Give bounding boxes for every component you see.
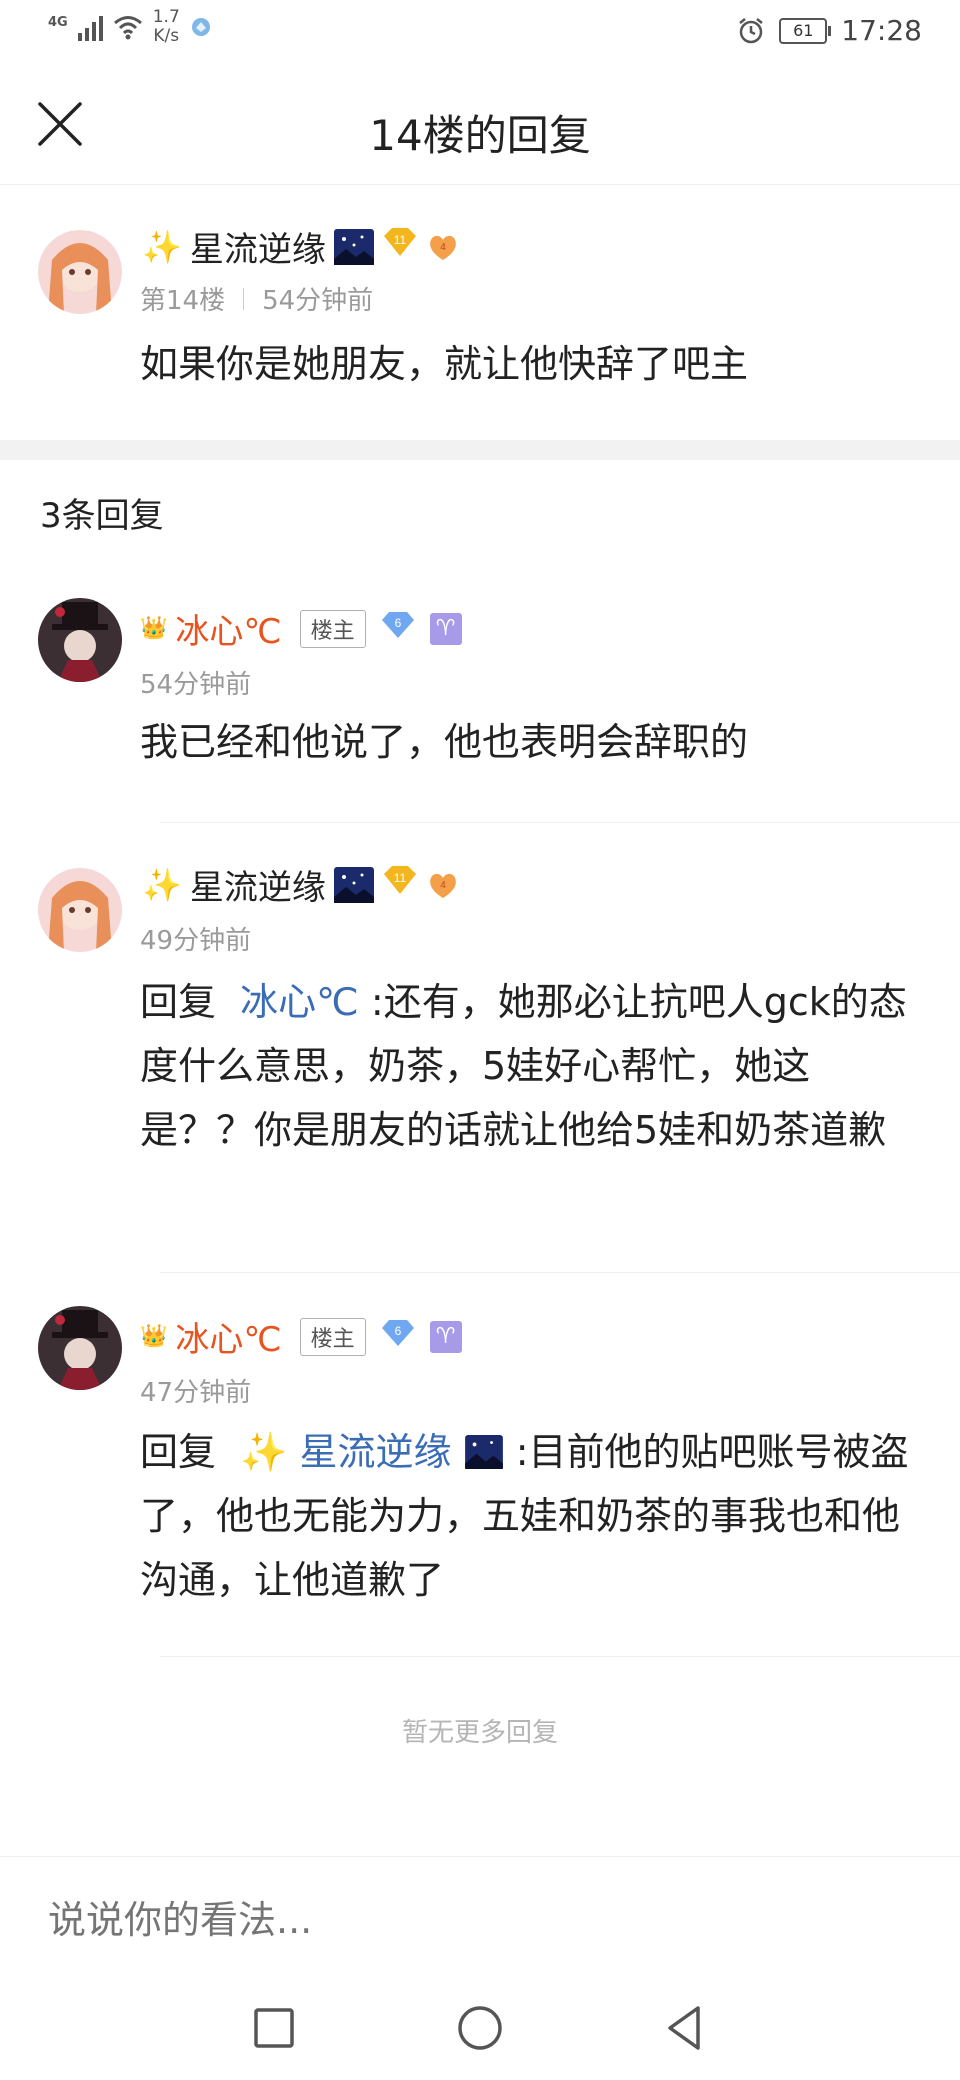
- level-badge: 11: [382, 226, 418, 267]
- galaxy-icon: [333, 866, 374, 903]
- username[interactable]: 星流逆缘: [190, 222, 326, 271]
- network-type: 4G: [48, 14, 68, 30]
- svg-text:11: 11: [394, 871, 407, 885]
- reply-count: 3条回复: [40, 496, 164, 536]
- post-meta: 第14楼 54分钟前: [140, 280, 373, 317]
- page-title: 14楼的回复: [369, 111, 591, 160]
- signal-icon: [77, 13, 103, 41]
- svg-text:4: 4: [440, 880, 446, 891]
- reply-time: 49分钟前: [140, 926, 252, 956]
- reply-prefix: 回复: [140, 980, 217, 1024]
- comment-input[interactable]: [46, 1897, 910, 1943]
- reply-content: 我已经和他说了，他也表明会辞职的: [140, 720, 749, 764]
- floor-post: ✨ 星流逆缘 11 4 第14楼 54分钟前 如果你是她朋友，就让他快辞了吧主: [0, 184, 960, 440]
- zodiac-icon: ♈: [429, 1320, 462, 1353]
- post-time: 54分钟前: [262, 286, 374, 316]
- avatar[interactable]: [38, 868, 122, 952]
- username-row: 👑 冰心℃ 楼主 6 ♈: [140, 1312, 462, 1361]
- divider: [160, 822, 960, 823]
- svg-text:11: 11: [394, 233, 407, 247]
- floor-number: 第14楼: [140, 286, 226, 316]
- status-time: 17:28: [841, 14, 922, 47]
- level-badge: 6: [380, 1317, 416, 1357]
- username-row: 👑 冰心℃ 楼主 6 ♈: [140, 604, 462, 653]
- section-divider: [0, 440, 960, 460]
- mention-link[interactable]: 冰心℃: [240, 980, 359, 1024]
- galaxy-icon: [464, 1435, 503, 1469]
- system-nav-bar: [0, 1976, 960, 2080]
- battery-icon: 61: [779, 17, 832, 44]
- reply-content: 回复 冰心℃ :还有，她那必让抗吧人gck的态度什么意思，奶茶，5娃好心帮忙，她…: [140, 970, 920, 1162]
- home-icon[interactable]: [452, 2000, 508, 2056]
- avatar[interactable]: [38, 230, 122, 314]
- svg-text:6: 6: [394, 616, 401, 630]
- status-bar: 4G 1.7 K/s 61 17:28: [0, 0, 960, 66]
- alarm-icon: [739, 17, 764, 43]
- crown-icon: 👑: [140, 616, 168, 641]
- reply-content: 回复 ✨ 星流逆缘 :目前他的贴吧账号被盗了，他也无能为力，五娃和奶茶的事我也和…: [140, 1420, 920, 1612]
- owner-badge: 楼主: [299, 1317, 366, 1356]
- username-row: ✨ 星流逆缘 11 4: [142, 222, 460, 271]
- network-speed: 1.7 K/s: [152, 7, 180, 46]
- level-badge: 6: [380, 609, 416, 649]
- svg-text:4: 4: [440, 242, 446, 253]
- username[interactable]: 冰心℃: [175, 1312, 281, 1361]
- level-badge: 11: [382, 864, 418, 905]
- crown-icon: 👑: [140, 1324, 168, 1349]
- zodiac-icon: ♈: [429, 612, 462, 645]
- sparkle-icon: ✨: [142, 227, 182, 266]
- reply-prefix: 回复: [140, 1430, 217, 1474]
- reply-time: 54分钟前: [140, 670, 252, 700]
- page-header: 14楼的回复: [0, 66, 960, 185]
- username[interactable]: 冰心℃: [175, 604, 281, 653]
- avatar[interactable]: [38, 1306, 122, 1390]
- divider: [160, 1656, 960, 1657]
- divider: [160, 1272, 960, 1273]
- meta-divider: [243, 287, 245, 310]
- sparkle-icon: ✨: [142, 865, 182, 904]
- owner-badge: 楼主: [299, 609, 366, 648]
- recent-apps-icon[interactable]: [246, 2000, 302, 2056]
- heart-badge-icon: 4: [429, 873, 456, 898]
- app-notification-icon: [191, 18, 210, 36]
- comment-bar: [0, 1856, 960, 1977]
- galaxy-icon: [333, 228, 374, 265]
- username-row: ✨ 星流逆缘 11 4: [142, 860, 460, 909]
- back-icon[interactable]: [656, 2000, 712, 2056]
- avatar[interactable]: [38, 598, 122, 682]
- no-more-replies: 暂无更多回复: [401, 1718, 558, 1748]
- svg-text:6: 6: [394, 1324, 401, 1338]
- username[interactable]: 星流逆缘: [190, 860, 326, 909]
- reply-time: 47分钟前: [140, 1378, 252, 1408]
- heart-badge-icon: 4: [429, 235, 456, 260]
- mention-link[interactable]: 星流逆缘: [300, 1430, 452, 1474]
- sparkle-icon: ✨: [240, 1430, 288, 1474]
- post-content: 如果你是她朋友，就让他快辞了吧主: [140, 342, 749, 386]
- wifi-icon: [113, 16, 142, 40]
